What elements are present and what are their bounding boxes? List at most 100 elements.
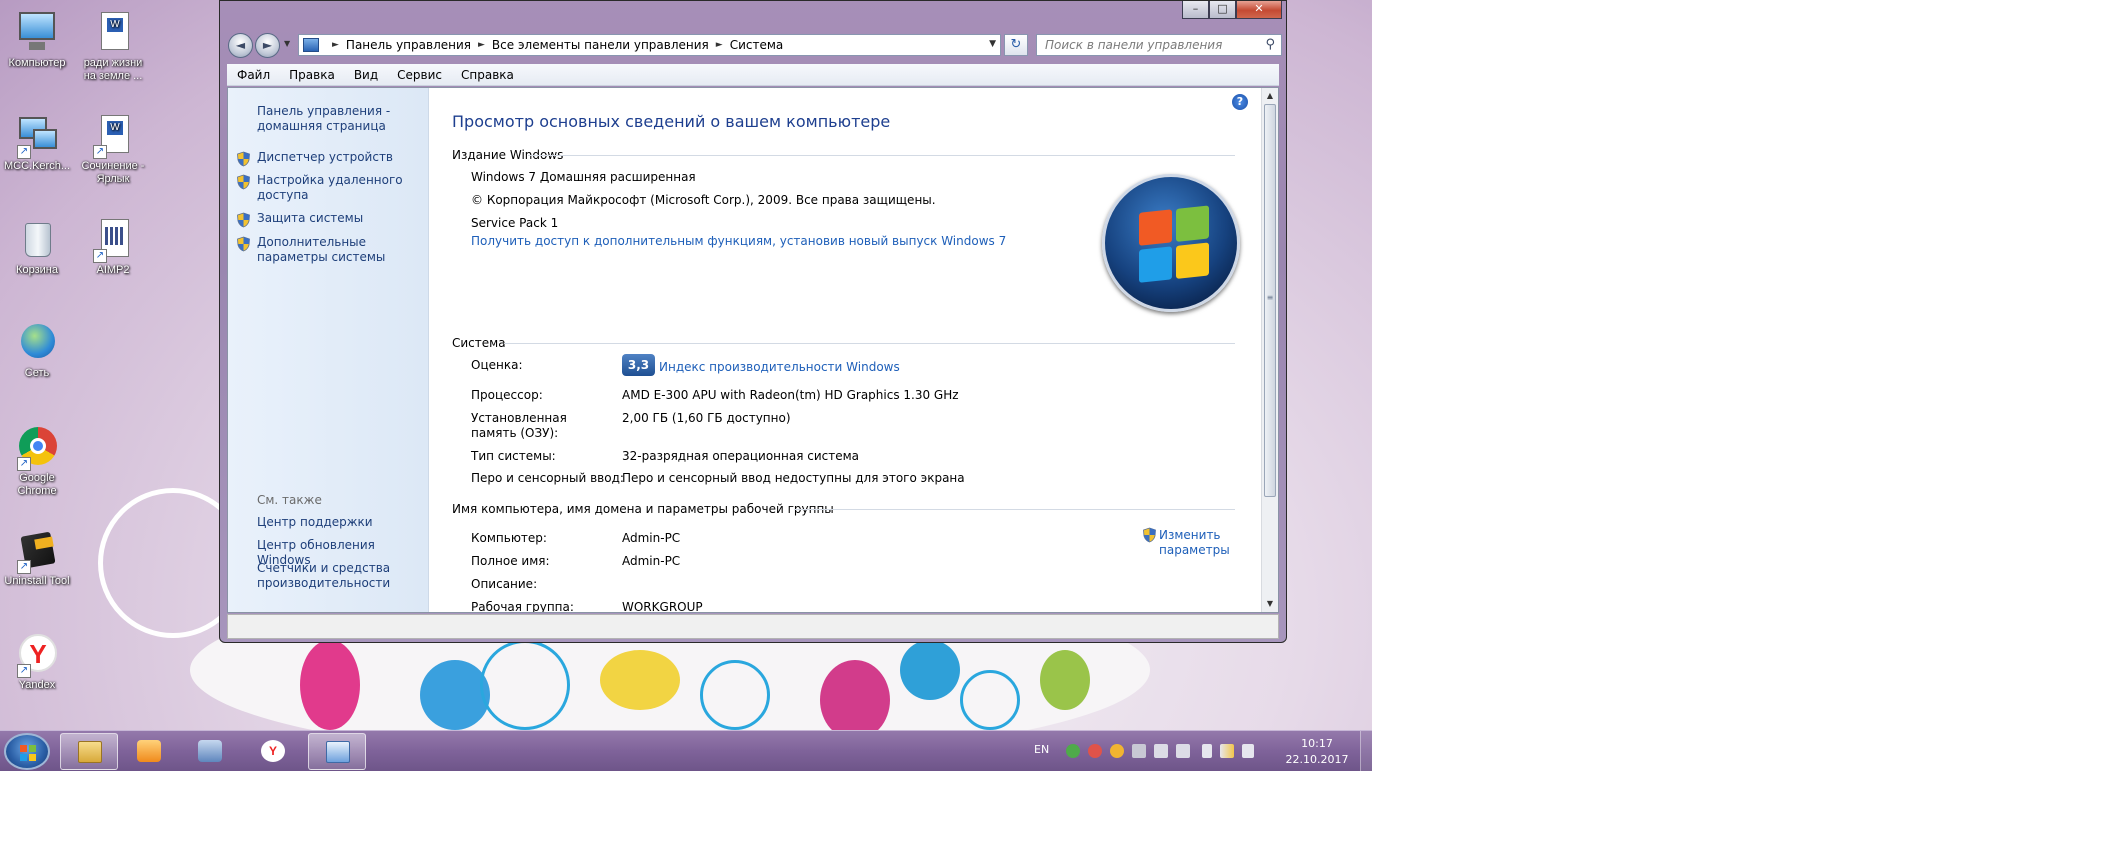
windows-flag-icon — [20, 745, 36, 761]
vertical-scrollbar[interactable]: ▲ ≡ ▼ — [1261, 88, 1278, 612]
menu-edit[interactable]: Правка — [289, 68, 335, 82]
address-dropdown-icon[interactable]: ▼ — [989, 39, 996, 49]
breadcrumb-system[interactable]: Система — [730, 38, 784, 52]
breadcrumb-separator-icon[interactable]: ► — [716, 40, 723, 50]
app-tray-icon[interactable] — [1110, 744, 1124, 758]
recent-pages-dropdown[interactable]: ▼ — [284, 39, 290, 48]
search-icon[interactable]: ⚲ — [1265, 37, 1275, 52]
taskbar-explorer-button[interactable] — [60, 733, 118, 770]
performance-index-link[interactable]: Индекс производительности Windows — [659, 360, 900, 374]
start-button[interactable] — [4, 733, 50, 770]
forward-button[interactable]: ► — [255, 33, 280, 58]
desktop-icon-aimp[interactable]: ↗ AIMP2 — [78, 217, 148, 277]
change-settings-link[interactable]: Изменить параметры — [1159, 528, 1230, 558]
clock[interactable]: 10:17 22.10.2017 — [1282, 736, 1352, 768]
desktop-icon-label: Корзина — [16, 264, 58, 276]
taskbar-yandex-button[interactable]: Y — [244, 733, 302, 770]
recycle-bin-icon — [15, 217, 59, 261]
breadcrumb-separator-icon[interactable]: ► — [332, 40, 339, 50]
system-protection-link[interactable]: Защита системы — [257, 211, 427, 226]
action-center-flag-icon[interactable] — [1242, 744, 1254, 758]
network-globe-icon — [15, 320, 59, 364]
taskbar-media-player-button[interactable] — [120, 733, 178, 770]
network-icon[interactable] — [1220, 744, 1234, 758]
device-icon[interactable] — [1176, 744, 1190, 758]
full-name-label: Полное имя: — [471, 554, 550, 568]
caption-buttons: – □ ✕ — [1182, 1, 1282, 19]
uninstall-tool-icon: ↗ — [15, 528, 59, 574]
control-panel-icon — [326, 741, 350, 763]
shield-icon — [237, 151, 250, 167]
wallpaper-paint-drop — [420, 660, 490, 730]
monitor-icon[interactable] — [1154, 744, 1168, 758]
close-button[interactable]: ✕ — [1236, 1, 1282, 19]
maximize-button[interactable]: □ — [1209, 1, 1236, 19]
upgrade-windows-link[interactable]: Получить доступ к дополнительным функция… — [471, 234, 1006, 248]
action-center-link[interactable]: Центр поддержки — [257, 515, 427, 530]
pen-touch-value: Перо и сенсорный ввод недоступны для это… — [622, 471, 965, 485]
desktop-icon-yandex[interactable]: Y ↗ Yandex — [2, 632, 72, 692]
shield-icon — [237, 212, 250, 228]
desktop-icon-chrome[interactable]: ↗ Google Chrome — [2, 425, 72, 498]
breadcrumb-control-panel[interactable]: Панель управления — [346, 38, 471, 52]
breadcrumb-all-items[interactable]: Все элементы панели управления — [492, 38, 709, 52]
app-tray-icon[interactable] — [1132, 744, 1146, 758]
system-heading: Система — [452, 336, 506, 350]
help-icon[interactable]: ? — [1232, 94, 1248, 110]
volume-icon[interactable] — [1202, 744, 1212, 758]
scroll-down-icon[interactable]: ▼ — [1262, 596, 1278, 612]
copyright-text: © Корпорация Майкрософт (Microsoft Corp.… — [471, 193, 936, 207]
menu-tools[interactable]: Сервис — [397, 68, 442, 82]
minimize-button[interactable]: – — [1182, 1, 1209, 19]
breadcrumb-separator-icon[interactable]: ► — [478, 40, 485, 50]
security-status-icon[interactable] — [1066, 744, 1080, 758]
desktop-icon-label: Yandex — [18, 679, 56, 691]
device-manager-link[interactable]: Диспетчер устройств — [257, 150, 427, 165]
scrollbar-thumb[interactable]: ≡ — [1264, 104, 1276, 497]
menu-file[interactable]: Файл — [237, 68, 270, 82]
desktop-icon-network[interactable]: Сеть — [2, 320, 72, 380]
desktop-icon-mcc[interactable]: ↗ MCC.Kerch... — [2, 113, 72, 173]
system-type-label: Тип системы: — [471, 449, 556, 463]
performance-rating-badge[interactable]: 3,3 — [622, 354, 655, 376]
advanced-system-settings-link[interactable]: Дополнительные параметры системы — [257, 235, 427, 265]
scroll-up-icon[interactable]: ▲ — [1262, 88, 1278, 104]
performance-tools-link[interactable]: Счетчики и средства производительности — [257, 561, 427, 591]
desktop-icon-computer[interactable]: Компьютер — [2, 10, 72, 70]
remote-settings-link[interactable]: Настройка удаленного доступа — [257, 173, 427, 203]
menu-help[interactable]: Справка — [461, 68, 514, 82]
taskbar-control-panel-button[interactable] — [308, 733, 366, 770]
clock-time: 10:17 — [1301, 737, 1333, 750]
tasks-pane: Панель управления - домашняя страница Ди… — [228, 88, 429, 612]
desktop-icon-document[interactable]: W ради жизни на земле ... — [78, 10, 148, 83]
control-panel-home-link[interactable]: Панель управления - домашняя страница — [257, 104, 427, 134]
desktop-icon-recycle-bin[interactable]: Корзина — [2, 217, 72, 277]
show-desktop-button[interactable] — [1360, 731, 1372, 771]
clock-date: 22.10.2017 — [1285, 753, 1349, 766]
speaker-icon — [198, 740, 222, 762]
network-computer-icon: ↗ — [15, 113, 59, 159]
back-button[interactable]: ◄ — [228, 33, 253, 58]
menu-view[interactable]: Вид — [354, 68, 378, 82]
desktop-icon-label: MCC.Kerch... — [3, 160, 70, 172]
desktop-icon-essay-shortcut[interactable]: W ↗ Сочинение - Ярлык — [78, 113, 148, 186]
app-tray-icon[interactable] — [1088, 744, 1102, 758]
language-indicator[interactable]: EN — [1034, 743, 1049, 756]
taskbar-audio-button[interactable] — [181, 733, 239, 770]
computer-label: Компьютер: — [471, 531, 547, 545]
see-also-heading: См. также — [257, 493, 322, 507]
desktop-icon-label: Компьютер — [8, 57, 66, 69]
refresh-button[interactable]: ↻ — [1004, 34, 1028, 56]
search-input[interactable]: Поиск в панели управления ⚲ — [1036, 34, 1282, 56]
desktop-icon-label: Сочинение - Ярлык — [81, 160, 145, 185]
system-window: – □ ✕ ◄ ► ▼ ► Панель управления ► Все эл… — [219, 0, 1287, 643]
section-divider — [794, 509, 1235, 510]
address-bar[interactable]: ► Панель управления ► Все элементы панел… — [298, 34, 1001, 56]
windows-logo-icon — [1102, 174, 1240, 312]
aimp-icon: ↗ — [91, 217, 135, 263]
desktop-icon-label: Uninstall Tool — [4, 575, 70, 587]
memory-label: Установленная память (ОЗУ): — [471, 411, 567, 440]
system-tray: EN 10:17 22.10.2017 — [1020, 731, 1372, 771]
desktop-icon-uninstall-tool[interactable]: ↗ Uninstall Tool — [2, 528, 72, 588]
shield-icon — [237, 174, 250, 190]
